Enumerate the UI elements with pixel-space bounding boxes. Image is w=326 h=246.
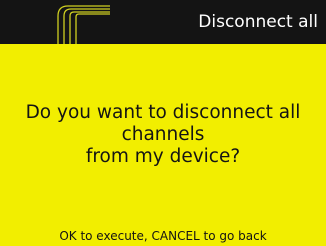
confirm-message-line: from my device? (85, 146, 241, 167)
ok-cancel-hint: OK to execute, CANCEL to go back (59, 229, 267, 243)
confirm-dialog-body: Do you want to disconnect all channels f… (0, 44, 326, 246)
disconnect-all-screen: Disconnect all Do you want to disconnect… (0, 0, 326, 246)
title-bar: Disconnect all (0, 0, 326, 44)
confirm-message: Do you want to disconnect all channels f… (0, 102, 326, 168)
confirm-message-line: Do you want to disconnect all (25, 102, 301, 123)
confirm-message-line: channels (121, 124, 205, 145)
screen-title: Disconnect all (198, 12, 318, 32)
tab-decoration-icon (57, 5, 110, 44)
